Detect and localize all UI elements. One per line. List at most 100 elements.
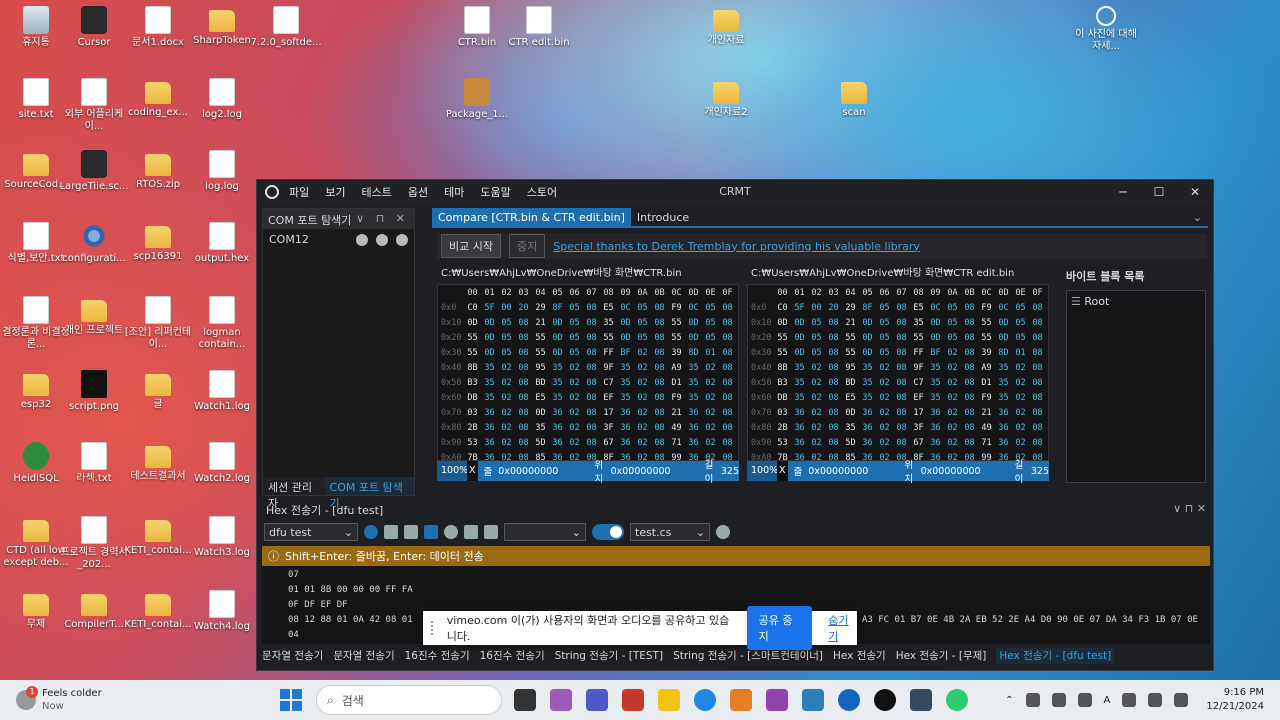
hex-row[interactable]: 0x10 0D 0D 05 08 21 0D 05 08 35 0D 05 08 55 0D 05 08 xyxy=(748,315,1048,330)
desktop-icon[interactable]: log2.log xyxy=(186,78,258,121)
hex-byte[interactable]: 05 xyxy=(498,333,515,343)
hex-byte[interactable]: 05 xyxy=(566,333,583,343)
hex-byte[interactable]: 08 xyxy=(1029,303,1046,313)
hex-byte[interactable]: 0D xyxy=(481,318,498,328)
hex-row[interactable]: 0x80 2B 36 02 08 35 36 02 08 3F 36 02 08 49 36 02 08 xyxy=(748,420,1048,435)
hex-byte[interactable]: 55 xyxy=(464,348,481,358)
hex-byte[interactable]: 99 xyxy=(978,453,995,461)
desktop-icon[interactable]: Package_1... xyxy=(441,78,513,121)
hex-byte[interactable]: 55 xyxy=(842,348,859,358)
volume-icon[interactable] xyxy=(1148,693,1163,707)
desktop-icon[interactable]: 개인 프로젝트 xyxy=(58,296,130,337)
stop-sharing-button[interactable]: 공유 중지 xyxy=(746,606,813,650)
hex-byte[interactable]: F9 xyxy=(978,393,995,403)
hex-byte[interactable]: 05 xyxy=(876,348,893,358)
drag-handle[interactable] xyxy=(431,621,437,635)
hex-byte[interactable]: 0D xyxy=(549,348,566,358)
hex-byte[interactable]: 08 xyxy=(961,423,978,433)
hex-byte[interactable]: 08 xyxy=(893,378,910,388)
hex-row[interactable]: 0x30 55 0D 05 08 55 0D 05 08 FF BF 02 08 39 8D 01 08 xyxy=(748,345,1048,360)
language-indicator[interactable]: A xyxy=(1104,695,1111,706)
hex-row[interactable]: 0x30 55 0D 05 08 55 0D 05 08 FF BF 02 08 39 8D 01 08 xyxy=(438,345,738,360)
hex-byte[interactable]: 02 xyxy=(876,423,893,433)
hex-byte[interactable]: 05 xyxy=(634,318,651,328)
hex-byte[interactable]: 08 xyxy=(961,363,978,373)
hex-byte[interactable]: 05 xyxy=(944,303,961,313)
hex-byte[interactable]: 95 xyxy=(842,363,859,373)
hex-byte[interactable]: 55 xyxy=(842,333,859,343)
hex-byte[interactable]: 02 xyxy=(944,438,961,448)
hex-byte[interactable]: 20 xyxy=(825,303,842,313)
hex-byte[interactable]: 0D xyxy=(464,318,481,328)
microphone-icon[interactable] xyxy=(1077,693,1092,707)
hex-byte[interactable]: 01 xyxy=(1012,348,1029,358)
hex-byte[interactable]: 08 xyxy=(893,333,910,343)
hex-byte[interactable]: 02 xyxy=(702,378,719,388)
hex-byte[interactable]: 02 xyxy=(634,363,651,373)
hex-byte[interactable]: 02 xyxy=(876,408,893,418)
hex-byte[interactable]: 7B xyxy=(774,453,791,461)
hex-byte[interactable]: 71 xyxy=(978,438,995,448)
hex-byte[interactable]: 0C xyxy=(927,303,944,313)
hex-byte[interactable]: 08 xyxy=(583,348,600,358)
hex-byte[interactable]: 35 xyxy=(617,393,634,403)
hex-byte[interactable]: 36 xyxy=(549,453,566,461)
hex-byte[interactable]: 02 xyxy=(702,423,719,433)
hex-byte[interactable]: F9 xyxy=(978,303,995,313)
hex-byte[interactable]: 08 xyxy=(719,333,736,343)
hex-byte[interactable]: 08 xyxy=(719,453,736,461)
hex-byte[interactable]: 02 xyxy=(634,378,651,388)
mic-app-icon[interactable] xyxy=(946,689,968,711)
maps-icon[interactable] xyxy=(838,689,860,711)
hex-byte[interactable]: 0D xyxy=(481,348,498,358)
hex-byte[interactable]: 08 xyxy=(515,423,532,433)
hex-byte[interactable]: D1 xyxy=(668,378,685,388)
hex-row[interactable]: 0x10 0D 0D 05 08 21 0D 05 08 35 0D 05 08 55 0D 05 08 xyxy=(438,315,738,330)
find-icon[interactable] xyxy=(404,525,418,539)
hex-byte[interactable]: 35 xyxy=(995,363,1012,373)
hex-byte[interactable]: 00 xyxy=(808,303,825,313)
desktop-icon[interactable]: 테스트결과서 xyxy=(122,442,194,483)
hex-row[interactable]: 0x90 53 36 02 08 5D 36 02 08 67 36 02 08 71 36 02 08 xyxy=(438,435,738,450)
hex-byte[interactable]: 36 xyxy=(927,408,944,418)
hex-byte[interactable]: 08 xyxy=(583,333,600,343)
hex-byte[interactable]: 8F xyxy=(859,303,876,313)
desktop-icon[interactable]: 라섹.txt xyxy=(58,442,130,485)
hex-byte[interactable]: 02 xyxy=(1012,438,1029,448)
hex-byte[interactable]: 36 xyxy=(617,453,634,461)
hex-byte[interactable]: 0D xyxy=(859,333,876,343)
hex-byte[interactable]: DB xyxy=(774,393,791,403)
desktop-icon[interactable]: script.png xyxy=(58,370,130,413)
hex-byte[interactable]: 08 xyxy=(651,378,668,388)
hex-byte[interactable]: 08 xyxy=(719,318,736,328)
hex-byte[interactable]: 08 xyxy=(961,303,978,313)
hex-byte[interactable]: 08 xyxy=(893,348,910,358)
hex-byte[interactable]: 02 xyxy=(1012,363,1029,373)
hex-byte[interactable]: 05 xyxy=(702,318,719,328)
hex-byte[interactable]: EF xyxy=(600,393,617,403)
hex-byte[interactable]: 05 xyxy=(1012,318,1029,328)
hex-byte[interactable]: C7 xyxy=(910,378,927,388)
hex-byte[interactable]: 02 xyxy=(1012,423,1029,433)
hex-byte[interactable]: 5F xyxy=(481,303,498,313)
hex-byte[interactable]: 08 xyxy=(651,303,668,313)
hex-byte[interactable]: F9 xyxy=(668,393,685,403)
file-select[interactable]: test.cs ⌄ xyxy=(630,523,710,541)
hex-byte[interactable]: 05 xyxy=(566,348,583,358)
hex-byte[interactable]: 05 xyxy=(876,303,893,313)
hex-byte[interactable]: 21 xyxy=(668,408,685,418)
hex-byte[interactable]: FF xyxy=(600,348,617,358)
hex-byte[interactable]: 05 xyxy=(808,348,825,358)
hex-byte[interactable]: 36 xyxy=(927,453,944,461)
hex-byte[interactable]: 36 xyxy=(549,423,566,433)
menu-item[interactable]: 테스트 xyxy=(362,186,392,199)
hex-row[interactable]: 0x20 55 0D 05 08 55 0D 05 08 55 0D 05 08 55 0D 05 08 xyxy=(748,330,1048,345)
empty-select[interactable]: ⌄ xyxy=(504,523,586,541)
hex-byte[interactable]: 0D xyxy=(532,408,549,418)
hex-row[interactable]: 0x40 8B 35 02 08 95 35 02 08 9F 35 02 08 A9 35 02 08 xyxy=(748,360,1048,375)
hex-byte[interactable]: 08 xyxy=(651,333,668,343)
hex-byte[interactable]: 35 xyxy=(549,363,566,373)
hex-byte[interactable]: 08 xyxy=(961,438,978,448)
sender-tab[interactable]: 문자열 전송기 xyxy=(333,648,394,664)
hex-row[interactable]: 0x0 C0 5F 00 20 29 8F 05 08 E5 0C 05 08 F9 0C 05 08 xyxy=(748,300,1048,315)
